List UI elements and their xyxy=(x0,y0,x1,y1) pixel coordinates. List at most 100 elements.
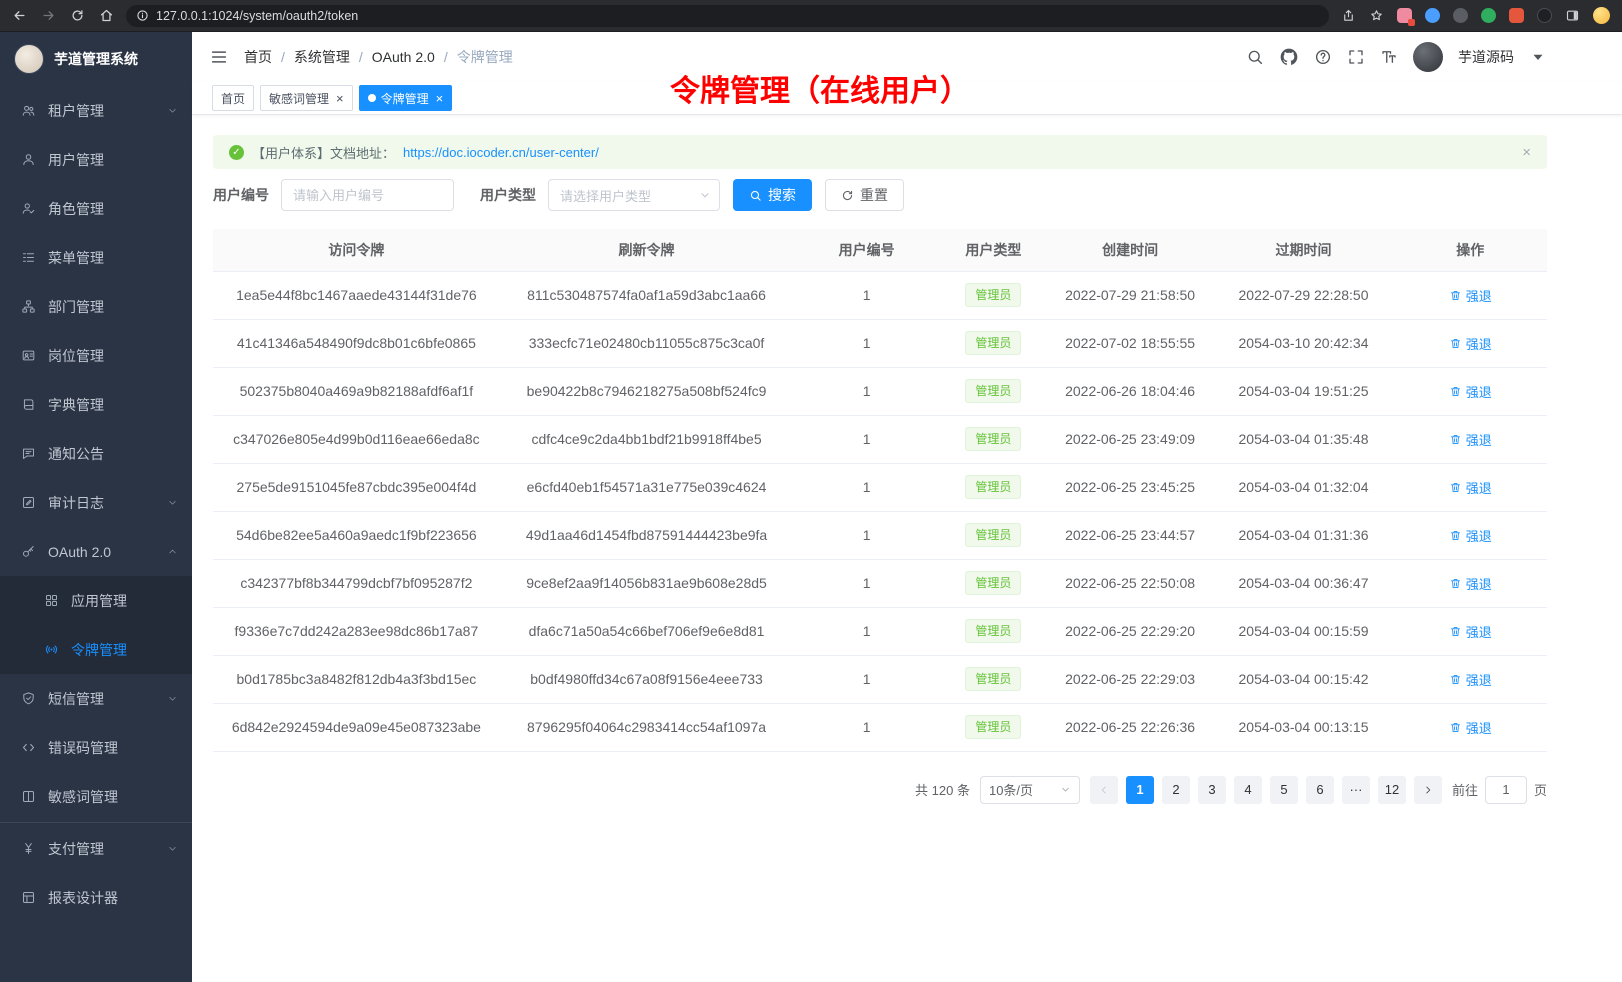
breadcrumb: 首页/系统管理/OAuth 2.0/令牌管理 xyxy=(244,47,513,67)
page-button-3[interactable]: 3 xyxy=(1198,776,1226,804)
user-type-cell: 管理员 xyxy=(940,703,1047,751)
trash-icon xyxy=(1449,433,1462,446)
force-logout-button[interactable]: 强退 xyxy=(1449,430,1492,449)
force-logout-label: 强退 xyxy=(1466,430,1492,449)
force-logout-button[interactable]: 强退 xyxy=(1449,478,1492,497)
user-id-cell: 1 xyxy=(793,607,940,655)
extension-icon[interactable] xyxy=(1481,8,1496,23)
sidebar-item-report-designer[interactable]: 报表设计器 xyxy=(0,873,192,922)
username[interactable]: 芋道源码 xyxy=(1458,47,1514,67)
extension-icon[interactable] xyxy=(1509,8,1524,23)
sidebar-item-dept[interactable]: 部门管理 xyxy=(0,282,192,331)
page-button-5[interactable]: 5 xyxy=(1270,776,1298,804)
tab-sensitive-word[interactable]: 敏感词管理× xyxy=(260,85,353,111)
column-header: 刷新令牌 xyxy=(500,229,793,271)
home-icon[interactable] xyxy=(99,8,114,23)
page-ellipsis[interactable]: ··· xyxy=(1342,776,1370,804)
page-button-6[interactable]: 6 xyxy=(1306,776,1334,804)
fullscreen-icon[interactable] xyxy=(1347,48,1365,66)
force-logout-button[interactable]: 强退 xyxy=(1449,622,1492,641)
extension-icon[interactable] xyxy=(1537,8,1552,23)
sidebar-item-pay[interactable]: 支付管理 xyxy=(0,824,192,873)
help-icon[interactable] xyxy=(1314,48,1332,66)
breadcrumb-item[interactable]: 系统管理 xyxy=(294,47,350,67)
sidebar-toggle-icon[interactable] xyxy=(1565,8,1580,23)
bookmark-star-icon[interactable] xyxy=(1369,8,1384,23)
table-row: f9336e7c7dd242a283ee98dc86b17a87dfa6c71a… xyxy=(213,607,1547,655)
table-row: 502375b8040a469a9b82188afdf6af1fbe90422b… xyxy=(213,367,1547,415)
breadcrumb-item[interactable]: 首页 xyxy=(244,47,272,67)
tab-oauth2-token[interactable]: 令牌管理× xyxy=(359,85,453,111)
column-header: 用户类型 xyxy=(940,229,1047,271)
site-info-icon[interactable] xyxy=(136,9,149,22)
force-logout-button[interactable]: 强退 xyxy=(1449,334,1492,353)
force-logout-button[interactable]: 强退 xyxy=(1449,526,1492,545)
force-logout-label: 强退 xyxy=(1466,286,1492,305)
sidebar-item-label: 令牌管理 xyxy=(71,640,178,660)
expire-time-cell: 2054-03-04 00:13:15 xyxy=(1213,703,1393,751)
url-bar[interactable]: 127.0.0.1:1024/system/oauth2/token xyxy=(126,5,1329,27)
sidebar-item-sensitive-word[interactable]: 敏感词管理 xyxy=(0,772,192,821)
created-time-cell: 2022-06-25 22:26:36 xyxy=(1047,703,1214,751)
sidebar-item-post[interactable]: 岗位管理 xyxy=(0,331,192,380)
reload-icon[interactable] xyxy=(70,8,85,23)
sidebar-item-dict[interactable]: 字典管理 xyxy=(0,380,192,429)
sidebar-item-oauth2-app[interactable]: 应用管理 xyxy=(0,576,192,625)
sidebar-item-label: 角色管理 xyxy=(48,199,178,219)
sidebar-item-error-code[interactable]: 错误码管理 xyxy=(0,723,192,772)
page-button-1[interactable]: 1 xyxy=(1126,776,1154,804)
sidebar-item-sms[interactable]: 短信管理 xyxy=(0,674,192,723)
share-icon[interactable] xyxy=(1341,8,1356,23)
user-id-cell: 1 xyxy=(793,703,940,751)
search-icon[interactable] xyxy=(1246,48,1264,66)
force-logout-button[interactable]: 强退 xyxy=(1449,670,1492,689)
sidebar-item-user[interactable]: 用户管理 xyxy=(0,135,192,184)
tab-close-icon[interactable]: × xyxy=(436,92,444,105)
doc-link[interactable]: https://doc.iocoder.cn/user-center/ xyxy=(403,145,599,160)
action-cell: 强退 xyxy=(1394,415,1547,463)
hamburger-icon[interactable] xyxy=(210,48,228,66)
sidebar-item-notice[interactable]: 通知公告 xyxy=(0,429,192,478)
force-logout-button[interactable]: 强退 xyxy=(1449,718,1492,737)
prev-page-button[interactable] xyxy=(1090,776,1118,804)
user-id-cell: 1 xyxy=(793,655,940,703)
extension-icon[interactable] xyxy=(1425,8,1440,23)
forward-icon[interactable] xyxy=(41,8,56,23)
created-time-cell: 2022-07-29 21:58:50 xyxy=(1047,271,1214,319)
app-logo[interactable]: 芋道管理系统 xyxy=(0,32,192,86)
chevron-down-icon xyxy=(1060,784,1071,795)
user-type-select[interactable]: 请选择用户类型 xyxy=(548,179,720,211)
breadcrumb-item[interactable]: OAuth 2.0 xyxy=(372,49,435,65)
page-button-12[interactable]: 12 xyxy=(1378,776,1406,804)
user-type-cell: 管理员 xyxy=(940,559,1047,607)
extension-icon[interactable] xyxy=(1397,8,1412,23)
reset-button[interactable]: 重置 xyxy=(825,179,904,211)
page-button-2[interactable]: 2 xyxy=(1162,776,1190,804)
font-size-icon[interactable] xyxy=(1380,48,1398,66)
tab-close-icon[interactable]: × xyxy=(336,92,344,105)
goto-page-input[interactable] xyxy=(1485,776,1527,804)
force-logout-button[interactable]: 强退 xyxy=(1449,574,1492,593)
browser-profile-avatar[interactable] xyxy=(1593,7,1610,24)
sidebar-item-menu[interactable]: 菜单管理 xyxy=(0,233,192,282)
sidebar-item-oauth2[interactable]: OAuth 2.0 xyxy=(0,527,192,576)
page-button-4[interactable]: 4 xyxy=(1234,776,1262,804)
search-button[interactable]: 搜索 xyxy=(733,179,812,211)
chevron-right-icon xyxy=(1422,784,1434,796)
chevron-down-icon[interactable] xyxy=(1529,48,1547,66)
sidebar-item-role[interactable]: 角色管理 xyxy=(0,184,192,233)
sidebar-item-oauth2-token[interactable]: 令牌管理 xyxy=(0,625,192,674)
user-avatar[interactable] xyxy=(1413,42,1443,72)
back-icon[interactable] xyxy=(12,8,27,23)
github-icon[interactable] xyxy=(1279,47,1299,67)
extension-icon[interactable] xyxy=(1453,8,1468,23)
tab-home[interactable]: 首页 xyxy=(212,85,254,111)
force-logout-button[interactable]: 强退 xyxy=(1449,382,1492,401)
sidebar-item-audit-log[interactable]: 审计日志 xyxy=(0,478,192,527)
page-size-select[interactable]: 10条/页 xyxy=(980,776,1080,804)
next-page-button[interactable] xyxy=(1414,776,1442,804)
alert-close-icon[interactable]: × xyxy=(1522,145,1531,160)
user-id-input[interactable] xyxy=(281,179,454,211)
sidebar-item-tenant[interactable]: 租户管理 xyxy=(0,86,192,135)
force-logout-button[interactable]: 强退 xyxy=(1449,286,1492,305)
